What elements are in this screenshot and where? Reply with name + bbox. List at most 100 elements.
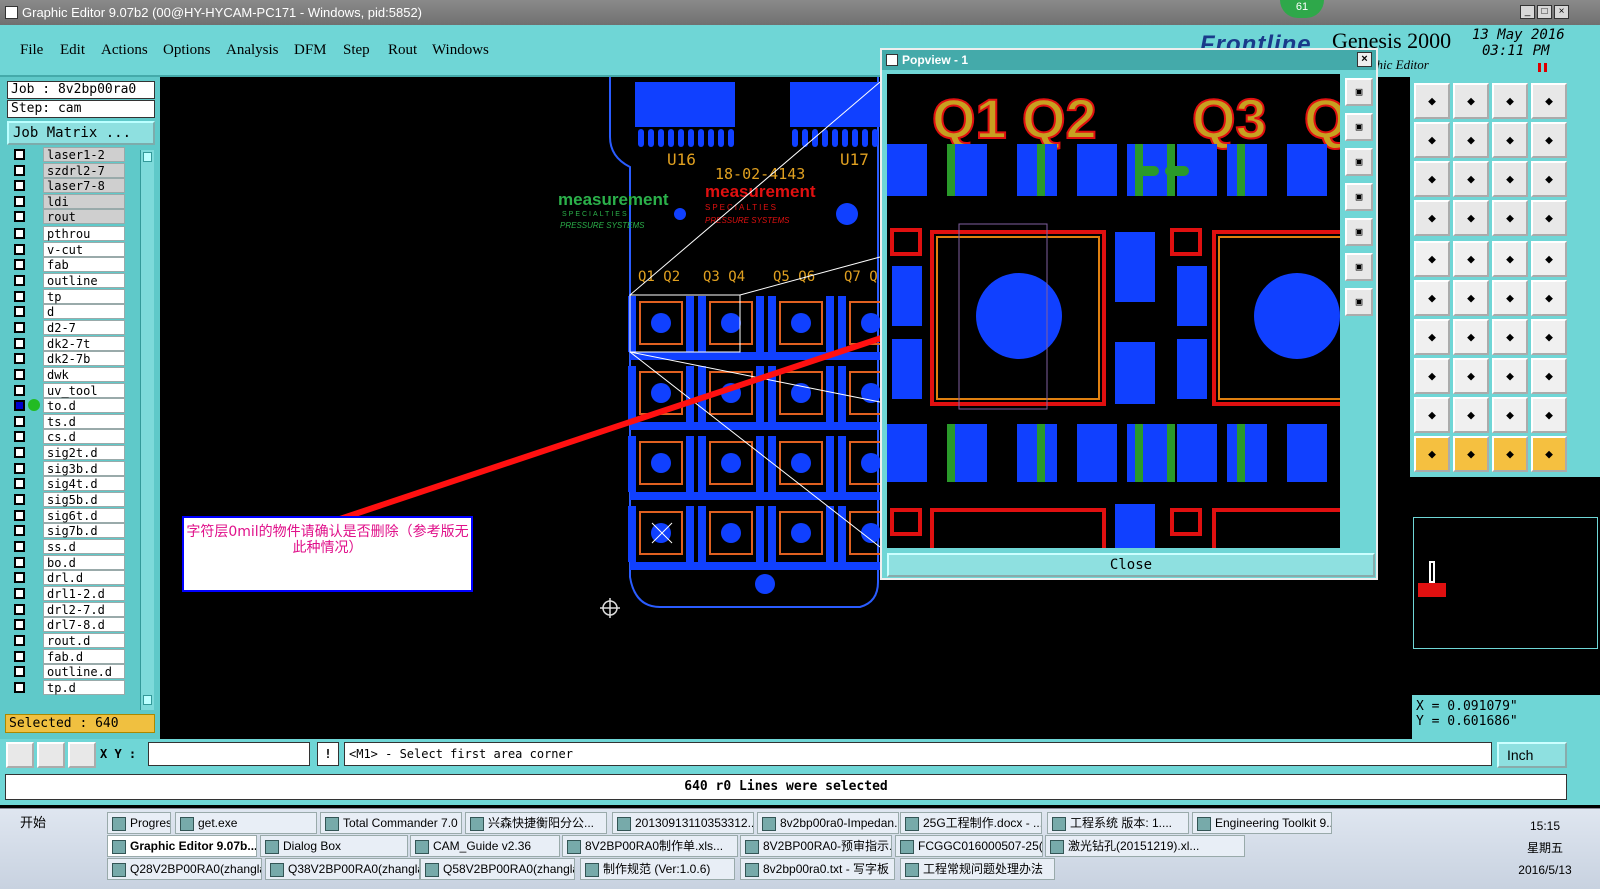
menu-rout[interactable]: Rout xyxy=(388,42,417,59)
layer-checkbox[interactable] xyxy=(14,447,25,459)
text-icon[interactable]: ◆ xyxy=(1453,397,1489,433)
layer-checkbox[interactable] xyxy=(14,431,25,443)
select-red-icon[interactable]: ◆ xyxy=(1453,436,1489,472)
edit-icon[interactable]: ◆ xyxy=(1414,319,1450,355)
menu-file[interactable]: File xyxy=(20,42,43,59)
move-icon[interactable]: ◆ xyxy=(1492,358,1528,394)
layer-checkbox[interactable] xyxy=(14,603,25,615)
frame-icon[interactable]: ◆ xyxy=(1531,83,1567,119)
help-icon[interactable]: ◆ xyxy=(1531,161,1567,197)
layer-checkbox[interactable] xyxy=(14,525,25,537)
task-item[interactable]: 20130913110353312.... xyxy=(612,812,754,834)
layer-checkbox[interactable] xyxy=(14,290,25,302)
layer-row[interactable]: fab.d xyxy=(10,648,126,664)
task-item[interactable]: 8V2BP00RA0制作单.xls... xyxy=(562,835,738,857)
layer-scrollbar[interactable] xyxy=(140,150,154,710)
layer-checkbox[interactable] xyxy=(14,415,25,427)
layer-row[interactable]: ss.d xyxy=(10,539,126,554)
drill-icon[interactable]: ◆ xyxy=(1414,241,1450,277)
layer-row[interactable]: ldi xyxy=(10,193,126,209)
task-item[interactable]: Total Commander 7.0 ... xyxy=(320,812,462,834)
cross-icon[interactable]: ◆ xyxy=(1453,280,1489,316)
task-item[interactable]: 8V2BP00RA0-预审指示... xyxy=(740,835,892,857)
layer-row[interactable]: pthrou xyxy=(10,226,126,241)
snap-tool-icon[interactable] xyxy=(6,742,34,768)
select-box-icon[interactable]: ◆ xyxy=(1492,436,1528,472)
layer-checkbox[interactable] xyxy=(14,556,25,568)
layer-row[interactable]: szdrl2-7 xyxy=(10,162,126,178)
layer-checkbox[interactable] xyxy=(14,164,25,176)
task-item[interactable]: Q58V2BP00RA0(zhangla xyxy=(420,858,575,880)
layer-checkbox[interactable] xyxy=(14,587,25,599)
task-item[interactable]: Engineering Toolkit 9.... xyxy=(1192,812,1332,834)
layer-row[interactable]: fab xyxy=(10,257,126,273)
layer-checkbox[interactable] xyxy=(14,384,25,396)
task-item[interactable]: 工程常规问题处理办法 xyxy=(900,858,1055,880)
triangle-icon[interactable]: ◆ xyxy=(1414,397,1450,433)
line-icon[interactable]: ◆ xyxy=(1492,280,1528,316)
arrow-left-icon[interactable]: ◆ xyxy=(1414,122,1450,158)
layer-checkbox[interactable] xyxy=(14,541,25,552)
undo-icon[interactable]: ◆ xyxy=(1492,319,1528,355)
job-matrix-button[interactable]: Job Matrix ... xyxy=(7,121,155,145)
menu-actions[interactable]: Actions xyxy=(101,42,148,59)
menu-analysis[interactable]: Analysis xyxy=(226,42,279,59)
layer-row[interactable]: sig6t.d xyxy=(10,507,126,523)
layer-row[interactable]: d xyxy=(10,304,126,320)
task-item[interactable]: 8v2bp00ra0.txt - 写字板 xyxy=(740,858,895,880)
slash-icon[interactable]: ◆ xyxy=(1453,319,1489,355)
close-window-button[interactable]: × xyxy=(1554,5,1569,19)
info-icon[interactable]: ! xyxy=(317,742,339,766)
maximize-button[interactable]: □ xyxy=(1537,5,1552,19)
settings-icon[interactable]: ◆ xyxy=(1414,200,1450,236)
select-icon[interactable]: ◆ xyxy=(1414,436,1450,472)
task-item[interactable]: 8v2bp00ra0-Impedan... xyxy=(757,812,899,834)
layer-row[interactable]: sig4t.d xyxy=(10,476,126,492)
layer-checkbox[interactable] xyxy=(14,509,25,521)
layer-row[interactable]: drl2-7.d xyxy=(10,601,126,617)
layer-checkbox[interactable] xyxy=(14,462,25,474)
layer-row[interactable]: tp xyxy=(10,288,126,304)
menu-step[interactable]: Step xyxy=(343,42,370,59)
layer-row[interactable]: outline.d xyxy=(10,664,126,680)
layer-checkbox[interactable] xyxy=(14,681,25,693)
layer-checkbox[interactable] xyxy=(14,368,25,380)
layer-row[interactable]: sig3b.d xyxy=(10,460,126,476)
layer-checkbox[interactable] xyxy=(14,211,25,222)
layer-checkbox[interactable] xyxy=(14,228,25,239)
layer-checkbox[interactable] xyxy=(14,180,25,191)
layer-row[interactable]: laser7-8 xyxy=(10,178,126,193)
layer-checkbox[interactable] xyxy=(14,478,25,490)
measure-tool-icon[interactable] xyxy=(37,742,65,768)
scale-icon[interactable]: ◆ xyxy=(1492,161,1528,197)
split-icon[interactable]: ◆ xyxy=(1531,319,1567,355)
task-item[interactable]: CAM_Guide v2.36 xyxy=(410,835,560,857)
task-item[interactable]: Graphic Editor 9.07b... xyxy=(107,835,257,857)
layer-checkbox[interactable] xyxy=(14,400,25,412)
layer-row[interactable]: d2-7 xyxy=(10,319,126,335)
layer-row[interactable]: sig2t.d xyxy=(10,445,126,461)
layer-row[interactable]: outline xyxy=(10,272,126,288)
layer-row[interactable]: bo.d xyxy=(10,554,126,570)
pan-right-icon[interactable]: ▣ xyxy=(1345,218,1373,246)
popview-close-icon[interactable]: × xyxy=(1357,52,1372,67)
layer-row[interactable]: drl7-8.d xyxy=(10,617,126,633)
layer-checkbox[interactable] xyxy=(14,259,25,271)
arc-icon[interactable]: ◆ xyxy=(1531,280,1567,316)
task-item[interactable]: 25G工程制作.docx - ... xyxy=(900,812,1042,834)
layer-checkbox[interactable] xyxy=(14,195,25,207)
font-icon[interactable]: ◆ xyxy=(1492,397,1528,433)
grid-icon[interactable]: ◆ xyxy=(1453,200,1489,236)
layer-row[interactable]: dk2-7b xyxy=(10,351,126,367)
menu-windows[interactable]: Windows xyxy=(432,42,489,59)
route-icon[interactable]: ◆ xyxy=(1453,241,1489,277)
layer-row[interactable]: cs.d xyxy=(10,429,126,445)
popview-close-button[interactable]: Close xyxy=(887,553,1375,577)
minimize-button[interactable]: _ xyxy=(1520,5,1535,19)
layer-row[interactable]: dk2-7t xyxy=(10,335,126,351)
layer-checkbox[interactable] xyxy=(14,274,25,286)
layer-row[interactable]: sig7b.d xyxy=(10,523,126,539)
arrow-right-icon[interactable]: ◆ xyxy=(1453,122,1489,158)
start-button[interactable]: 开始 xyxy=(2,811,58,835)
move-up-icon[interactable]: ◆ xyxy=(1414,83,1450,119)
